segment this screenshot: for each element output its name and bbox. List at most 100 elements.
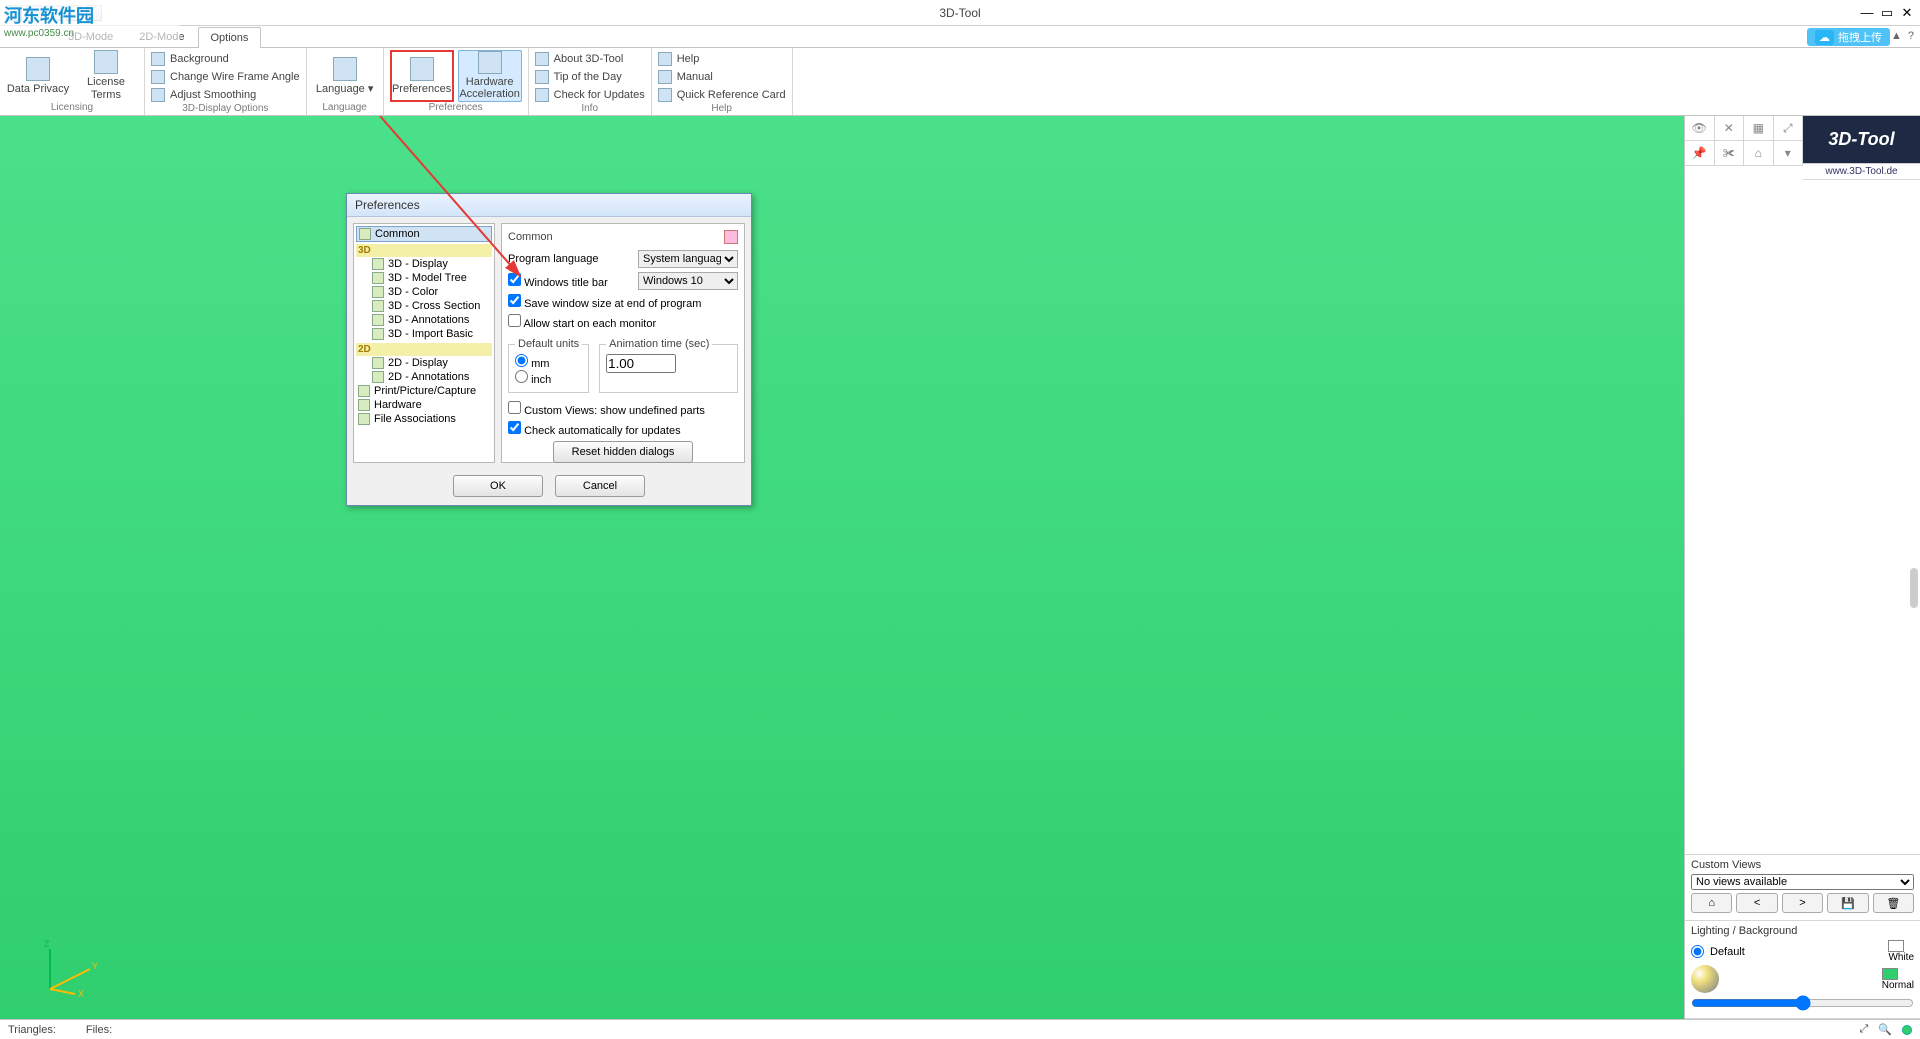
- viewport-3d[interactable]: Z Y X Preferences Common 3D 3D - Display…: [0, 116, 1684, 1019]
- preferences-button[interactable]: Preferences: [390, 50, 454, 102]
- reset-hidden-button[interactable]: Reset hidden dialogs: [553, 441, 693, 463]
- ribbon-tabs: 3D-Mode 2D-Mode Options ☁拖拽上传 ▲?: [0, 26, 1920, 48]
- label: Quick Reference Card: [677, 89, 786, 101]
- tree-2d-annot[interactable]: 2D - Annotations: [356, 370, 492, 384]
- tree-3d-color[interactable]: 3D - Color: [356, 285, 492, 299]
- custom-views-section: Custom Views No views available ⌂ < > 💾 …: [1685, 855, 1920, 921]
- customviews-checkbox[interactable]: [508, 401, 521, 414]
- minimize-button[interactable]: —: [1858, 5, 1876, 21]
- zoom-icon[interactable]: 🔍: [1878, 1023, 1892, 1036]
- view-prev-button[interactable]: <: [1736, 893, 1777, 913]
- savesize-label: Save window size at end of program: [524, 298, 701, 310]
- tip-button[interactable]: Tip of the Day: [535, 68, 645, 85]
- help-icon[interactable]: ?: [1908, 30, 1914, 42]
- expand-icon[interactable]: ⤢: [1774, 116, 1804, 140]
- qrc-button[interactable]: Quick Reference Card: [658, 86, 786, 103]
- custom-views-select[interactable]: No views available: [1691, 874, 1914, 890]
- tree-3d-cross[interactable]: 3D - Cross Section: [356, 299, 492, 313]
- allowstart-checkbox[interactable]: [508, 314, 521, 327]
- white-swatch[interactable]: [1888, 940, 1904, 952]
- label: About 3D-Tool: [554, 53, 624, 65]
- hardware-acceleration-button[interactable]: Hardware Acceleration: [458, 50, 522, 102]
- smoothing-button[interactable]: Adjust Smoothing: [151, 86, 300, 103]
- panel-url[interactable]: www.3D-Tool.de: [1803, 164, 1920, 180]
- tab-2d-mode[interactable]: 2D-Mode: [126, 26, 197, 47]
- item-icon: [358, 413, 370, 425]
- qat-icon[interactable]: [46, 5, 62, 21]
- tab-3d-mode[interactable]: 3D-Mode: [55, 26, 126, 47]
- menu-icon[interactable]: ▾: [1774, 141, 1804, 165]
- fit-icon[interactable]: ⤢: [1859, 1023, 1868, 1036]
- allowstart-label: Allow start on each monitor: [523, 318, 656, 330]
- unit-inch-radio[interactable]: [515, 370, 528, 383]
- group-licensing: Data Privacy License Terms Licensing: [0, 48, 145, 115]
- model-tree[interactable]: [1685, 180, 1920, 855]
- eye-icon[interactable]: 👁: [1685, 116, 1715, 140]
- language-button[interactable]: Language ▾: [313, 50, 377, 102]
- titlebar-checkbox[interactable]: [508, 273, 521, 286]
- background-button[interactable]: Background: [151, 50, 300, 67]
- view-next-button[interactable]: >: [1782, 893, 1823, 913]
- tree-3d-annot[interactable]: 3D - Annotations: [356, 313, 492, 327]
- view-delete-button[interactable]: 🗑: [1873, 893, 1914, 913]
- wireframe-button[interactable]: Change Wire Frame Angle: [151, 68, 300, 85]
- checkupdates-checkbox[interactable]: [508, 421, 521, 434]
- tree-print[interactable]: Print/Picture/Capture: [356, 384, 492, 398]
- dialog-tree[interactable]: Common 3D 3D - Display 3D - Model Tree 3…: [353, 223, 495, 463]
- style-icon[interactable]: ▲: [1891, 30, 1902, 42]
- group-language: Language ▾ Language: [307, 48, 384, 115]
- lighting-default-radio[interactable]: [1691, 945, 1704, 958]
- titlebar-style-select[interactable]: Windows 10: [638, 272, 738, 290]
- group-info: About 3D-Tool Tip of the Day Check for U…: [529, 48, 652, 115]
- lighting-slider[interactable]: [1691, 995, 1914, 1011]
- tab-options[interactable]: Options: [198, 27, 262, 48]
- normal-swatch[interactable]: [1882, 968, 1898, 980]
- upload-badge[interactable]: ☁拖拽上传: [1807, 28, 1890, 46]
- tree-hardware[interactable]: Hardware: [356, 398, 492, 412]
- tree-common[interactable]: Common: [356, 226, 492, 242]
- reset-icon[interactable]: [724, 230, 738, 244]
- help-icons: ▲?: [1891, 30, 1914, 42]
- qat-icon[interactable]: [66, 5, 82, 21]
- tree-3d-modeltree[interactable]: 3D - Model Tree: [356, 271, 492, 285]
- item-icon: [372, 371, 384, 383]
- close-button[interactable]: ✕: [1898, 5, 1916, 21]
- qat-icon[interactable]: [86, 5, 102, 21]
- license-terms-button[interactable]: License Terms: [74, 50, 138, 102]
- close-icon[interactable]: ✕: [1715, 116, 1745, 140]
- program-language-select[interactable]: System language: [638, 250, 738, 268]
- label: 3D - Display: [388, 258, 448, 270]
- help-button[interactable]: Help: [658, 50, 786, 67]
- cut-icon[interactable]: ✀: [1715, 141, 1745, 165]
- data-privacy-button[interactable]: Data Privacy: [6, 50, 70, 102]
- anim-time-input[interactable]: [606, 354, 676, 373]
- lighting-sphere[interactable]: [1691, 965, 1719, 993]
- view-save-button[interactable]: 💾: [1827, 893, 1868, 913]
- cancel-button[interactable]: Cancel: [555, 475, 645, 497]
- tree-fileassoc[interactable]: File Associations: [356, 412, 492, 426]
- grid-icon[interactable]: ▦: [1744, 116, 1774, 140]
- tree-3d-display[interactable]: 3D - Display: [356, 257, 492, 271]
- qat-icon[interactable]: [26, 5, 42, 21]
- manual-button[interactable]: Manual: [658, 68, 786, 85]
- label: 3D - Model Tree: [388, 272, 467, 284]
- tree-3d-import[interactable]: 3D - Import Basic: [356, 327, 492, 341]
- person-icon: [333, 57, 357, 81]
- about-button[interactable]: About 3D-Tool: [535, 50, 645, 67]
- pin-icon[interactable]: 📌: [1685, 141, 1715, 165]
- maximize-button[interactable]: ▭: [1878, 5, 1896, 21]
- ok-button[interactable]: OK: [453, 475, 543, 497]
- savesize-checkbox[interactable]: [508, 294, 521, 307]
- qat-icon[interactable]: [6, 5, 22, 21]
- panel-toolbar-2: 📌 ✀ ⌂ ▾: [1685, 141, 1803, 166]
- updates-button[interactable]: Check for Updates: [535, 86, 645, 103]
- unit-mm-radio[interactable]: [515, 354, 528, 367]
- home-icon[interactable]: ⌂: [1744, 141, 1774, 165]
- group-label: 3D-Display Options: [151, 103, 300, 116]
- status-dot: [1902, 1025, 1912, 1035]
- tree-2d-display[interactable]: 2D - Display: [356, 356, 492, 370]
- view-home-button[interactable]: ⌂: [1691, 893, 1732, 913]
- item-icon: [372, 286, 384, 298]
- scrollbar[interactable]: [1910, 568, 1918, 608]
- document-icon: [94, 50, 118, 74]
